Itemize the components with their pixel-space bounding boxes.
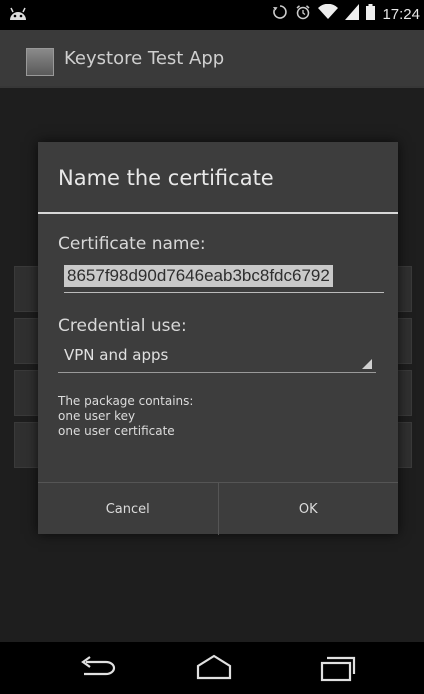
certificate-name-label: Certificate name: [58,234,206,254]
android-debug-icon [8,6,28,26]
signal-icon [345,4,360,24]
dialog-button-bar: Cancel OK [38,482,398,535]
credential-use-label: Credential use: [58,316,187,336]
package-info-line: The package contains: [58,394,194,408]
cancel-button[interactable]: Cancel [38,483,218,535]
navigation-bar [0,642,424,694]
name-certificate-dialog: Name the certificate Certificate name: 8… [38,142,398,535]
wifi-icon [318,3,339,24]
status-time: 17:24 [382,5,420,23]
screen: 17:24 Keystore Test App Name the certifi… [0,0,424,694]
credential-use-value: VPN and apps [64,346,169,364]
package-info-line: one user key [58,409,136,423]
ok-button[interactable]: OK [217,483,399,535]
battery-icon [366,4,376,24]
package-info-line: one user certificate [58,424,175,438]
status-bar: 17:24 [0,0,424,30]
spinner-arrow-icon [362,359,372,369]
app-title: Keystore Test App [64,48,225,69]
certificate-name-input[interactable]: 8657f98d90d7646eab3bc8fdc6792 [64,262,384,293]
alarm-icon [295,4,311,24]
credential-use-spinner[interactable]: VPN and apps [58,338,376,373]
dialog-title: Name the certificate [58,166,274,190]
action-bar: Keystore Test App [0,30,424,88]
recents-icon[interactable] [318,654,356,686]
certificate-name-value: 8657f98d90d7646eab3bc8fdc6792 [64,265,333,287]
sync-icon [272,4,288,24]
home-icon[interactable] [194,654,234,684]
back-icon[interactable] [80,656,116,684]
dialog-divider [38,212,398,214]
app-icon [26,48,54,76]
